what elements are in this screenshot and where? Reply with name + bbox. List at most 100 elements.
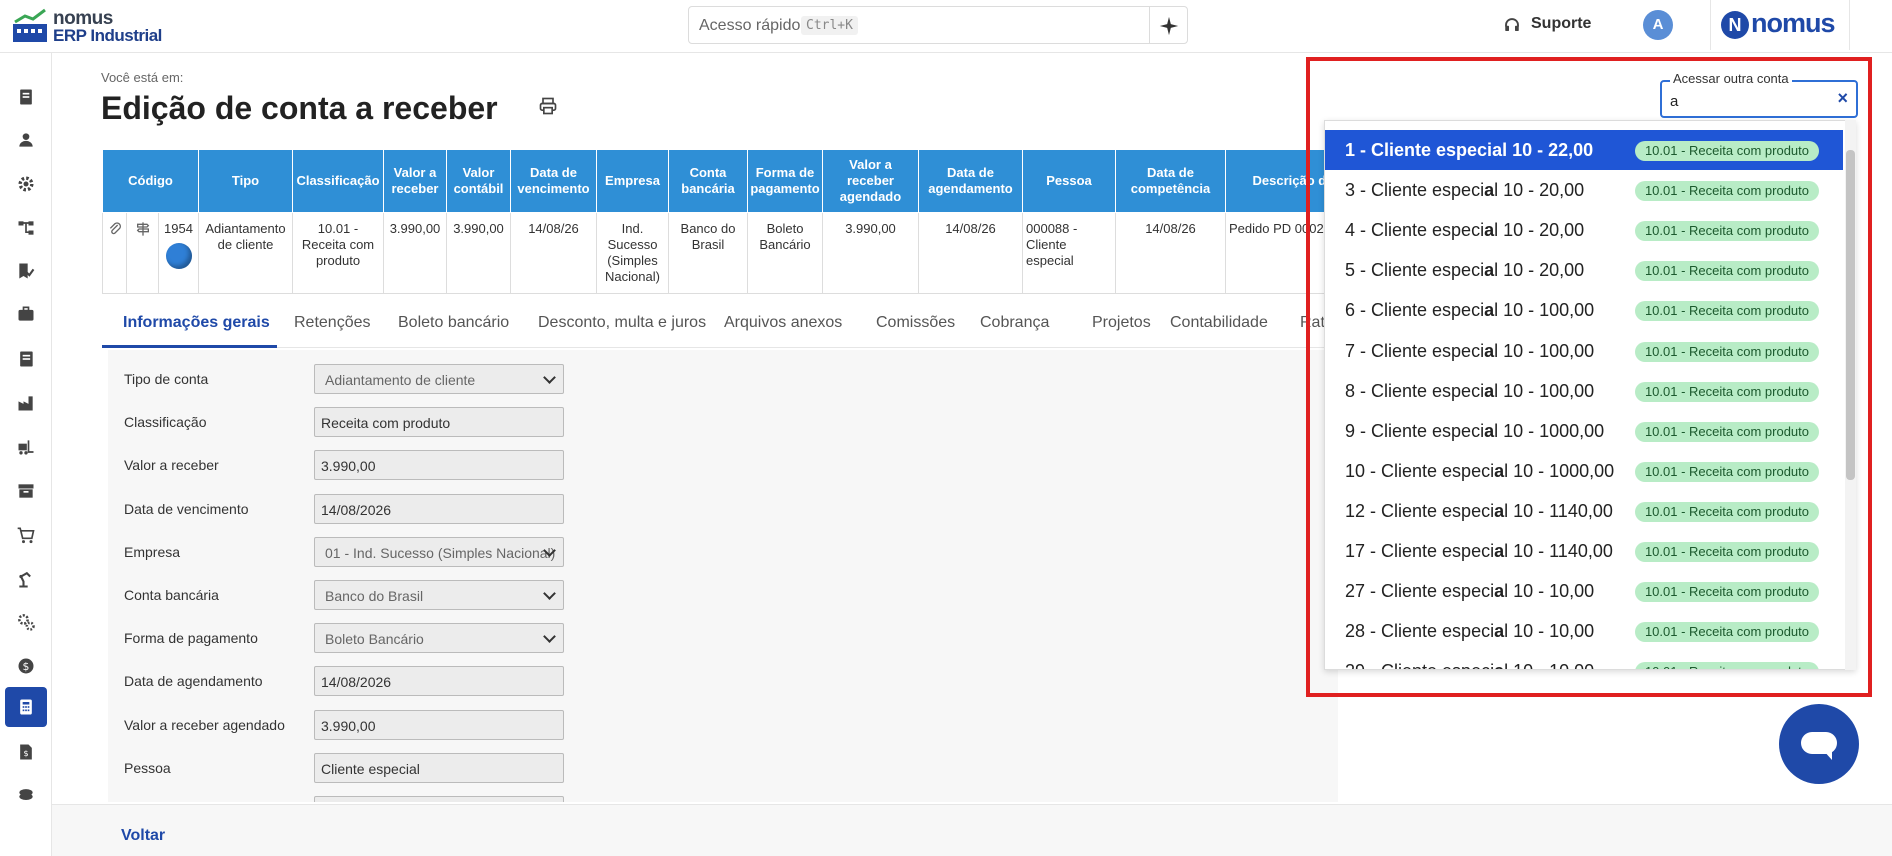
- signpost-icon[interactable]: [135, 221, 151, 237]
- app-logo[interactable]: nomus ERP Industrial: [13, 6, 163, 46]
- col-header-pessoa[interactable]: Pessoa: [1022, 149, 1116, 213]
- chat-button[interactable]: [1779, 704, 1859, 784]
- sidebar-item-cogs[interactable]: [5, 602, 47, 642]
- sidebar-item-notebook[interactable]: [5, 339, 47, 379]
- back-button[interactable]: Voltar: [121, 827, 165, 845]
- sidebar-item-briefcase[interactable]: [5, 294, 47, 334]
- attachment-cell[interactable]: [102, 212, 127, 294]
- text-field[interactable]: 3.990,00: [314, 450, 564, 481]
- tab-3[interactable]: Boleto bancário: [398, 314, 509, 332]
- account-option[interactable]: 6 - Cliente especial 10 - 100,00 10.01 - …: [1325, 290, 1843, 330]
- tab-6[interactable]: Comissões: [876, 314, 955, 332]
- account-option[interactable]: 12 - Cliente especial 10 - 1140,00 10.01 …: [1325, 491, 1843, 531]
- tab-8[interactable]: Projetos: [1092, 314, 1151, 332]
- account-search-field[interactable]: Acessar outra conta a ×: [1660, 71, 1858, 118]
- col-header-valor[interactable]: Valor a receber: [383, 149, 447, 213]
- select-field[interactable]: Boleto Bancário: [314, 623, 564, 654]
- sidebar-item-forklift[interactable]: [5, 427, 47, 467]
- option-text-pre: 3 - Cliente especi: [1345, 180, 1485, 201]
- quick-access-search[interactable]: Acesso rápido Ctrl+K: [688, 6, 1188, 44]
- sidebar-item-book-check[interactable]: [5, 251, 47, 291]
- tab-2[interactable]: Retenções: [294, 314, 371, 332]
- tab-1[interactable]: Informações gerais: [123, 314, 270, 332]
- option-text-post: l 10 - 20,00: [1494, 180, 1585, 201]
- sidebar-item-dollar[interactable]: $: [5, 646, 47, 686]
- text-field[interactable]: 14/08/2026: [314, 666, 564, 697]
- account-option[interactable]: 28 - Cliente especial 10 - 10,00 10.01 - …: [1325, 611, 1843, 651]
- account-option[interactable]: 27 - Cliente especial 10 - 10,00 10.01 - …: [1325, 571, 1843, 611]
- option-text-post: l 10 - 10,00: [1504, 661, 1594, 669]
- classification-badge: 10.01 - Receita com produto: [1634, 341, 1819, 362]
- col-header-vencimento[interactable]: Data de vencimento: [510, 149, 597, 213]
- form-row: Classificação Receita com produto: [108, 407, 608, 438]
- page-title: Edição de conta a receber: [101, 90, 498, 126]
- factory-icon: [18, 396, 33, 411]
- col-header-classificacao[interactable]: Classificação: [292, 149, 384, 213]
- col-header-contabil[interactable]: Valor contábil: [446, 149, 511, 213]
- tab-4[interactable]: Desconto, multa e juros: [538, 314, 706, 332]
- col-header-agendado[interactable]: Valor a receber agendado: [822, 149, 919, 213]
- sidebar-item-document[interactable]: [5, 77, 47, 117]
- select-field[interactable]: Banco do Brasil: [314, 580, 564, 610]
- account-option[interactable]: 9 - Cliente especial 10 - 1000,00 10.01 -…: [1325, 411, 1843, 451]
- col-header-competencia[interactable]: Data de competência: [1115, 149, 1226, 213]
- sidebar-item-gear[interactable]: [5, 164, 47, 204]
- account-option[interactable]: 3 - Cliente especial 10 - 20,00 10.01 - R…: [1325, 170, 1843, 210]
- col-header-forma[interactable]: Forma de pagamento: [747, 149, 823, 213]
- account-option[interactable]: 4 - Cliente especial 10 - 20,00 10.01 - R…: [1325, 210, 1843, 250]
- text-field[interactable]: 3.990,00: [314, 709, 564, 740]
- option-label: 9 - Cliente especial 10 - 1000,00: [1345, 421, 1604, 442]
- tab-9[interactable]: Contabilidade: [1170, 314, 1268, 332]
- headset-icon: [1505, 18, 1519, 31]
- forklift-icon: [18, 440, 34, 455]
- account-option[interactable]: 17 - Cliente especial 10 - 1140,00 10.01 …: [1325, 531, 1843, 571]
- option-text-match: a: [1484, 260, 1495, 281]
- text-field[interactable]: 14/08/2026: [314, 796, 564, 802]
- text-field[interactable]: Cliente especial: [314, 752, 564, 783]
- avatar[interactable]: A: [1643, 10, 1673, 40]
- dropdown-scrollbar[interactable]: [1845, 120, 1856, 670]
- scrollbar-thumb[interactable]: [1846, 150, 1855, 480]
- sidebar-item-user[interactable]: [5, 120, 47, 160]
- option-text-match: a: [1494, 661, 1504, 669]
- account-option[interactable]: 7 - Cliente especial 10 - 100,00 10.01 - …: [1325, 331, 1843, 371]
- col-header-codigo[interactable]: Código: [102, 149, 199, 213]
- account-option[interactable]: 29 - Cliente especial 10 - 10,00 10.01 - …: [1325, 651, 1843, 669]
- pessoa-cell: 000088 - Cliente especial: [1022, 212, 1116, 294]
- sidebar-item-cart[interactable]: [5, 515, 47, 555]
- col-header-data-agend[interactable]: Data de agendamento: [918, 149, 1023, 213]
- select-field[interactable]: 01 - Ind. Sucesso (Simples Nacional): [314, 536, 564, 567]
- sidebar-item-invoice[interactable]: $: [5, 732, 47, 772]
- select-field[interactable]: Adiantamento de cliente: [314, 364, 564, 394]
- tab-5[interactable]: Arquivos anexos: [724, 314, 842, 332]
- sidebar-item-calculator[interactable]: [5, 687, 47, 727]
- tab-7[interactable]: Cobrança: [980, 314, 1049, 332]
- forma-cell: Boleto Bancário: [747, 212, 823, 294]
- briefcase-icon: [18, 306, 34, 321]
- text-field[interactable]: Receita com produto: [314, 407, 564, 438]
- col-header-conta[interactable]: Conta bancária: [668, 149, 748, 213]
- col-header-tipo[interactable]: Tipo: [198, 149, 293, 213]
- account-option[interactable]: 8 - Cliente especial 10 - 100,00 10.01 - …: [1325, 371, 1843, 411]
- account-option[interactable]: 1 - Cliente especial 10 - 22,00 10.01 - R…: [1325, 130, 1843, 170]
- paperclip-icon[interactable]: [107, 221, 123, 237]
- sidebar-item-factory[interactable]: [5, 383, 47, 423]
- table-row[interactable]: 1954 Adiantamento de cliente 10.01 - Rec…: [102, 212, 1445, 294]
- option-label: 3 - Cliente especial 10 - 20,00: [1345, 180, 1584, 201]
- sidebar-item-robot-arm[interactable]: [5, 559, 47, 599]
- clear-icon[interactable]: ×: [1837, 88, 1848, 109]
- sidebar-item-archive[interactable]: [5, 471, 47, 511]
- sidebar-item-flow[interactable]: [5, 208, 47, 248]
- col-header-empresa[interactable]: Empresa: [596, 149, 669, 213]
- option-label: 12 - Cliente especial 10 - 1140,00: [1345, 501, 1613, 522]
- account-option[interactable]: 5 - Cliente especial 10 - 20,00 10.01 - R…: [1325, 250, 1843, 290]
- print-icon[interactable]: [538, 96, 558, 116]
- sidebar-item-coins[interactable]: [5, 775, 47, 815]
- text-field[interactable]: 14/08/2026: [314, 493, 564, 524]
- sparkle-icon[interactable]: [1157, 15, 1181, 37]
- notebook-icon: [20, 351, 33, 367]
- svg-text:$: $: [23, 660, 30, 673]
- account-option[interactable]: 10 - Cliente especial 10 - 1000,00 10.01 …: [1325, 451, 1843, 491]
- signpost-cell[interactable]: [126, 212, 159, 294]
- support-label: Suporte: [1531, 15, 1592, 32]
